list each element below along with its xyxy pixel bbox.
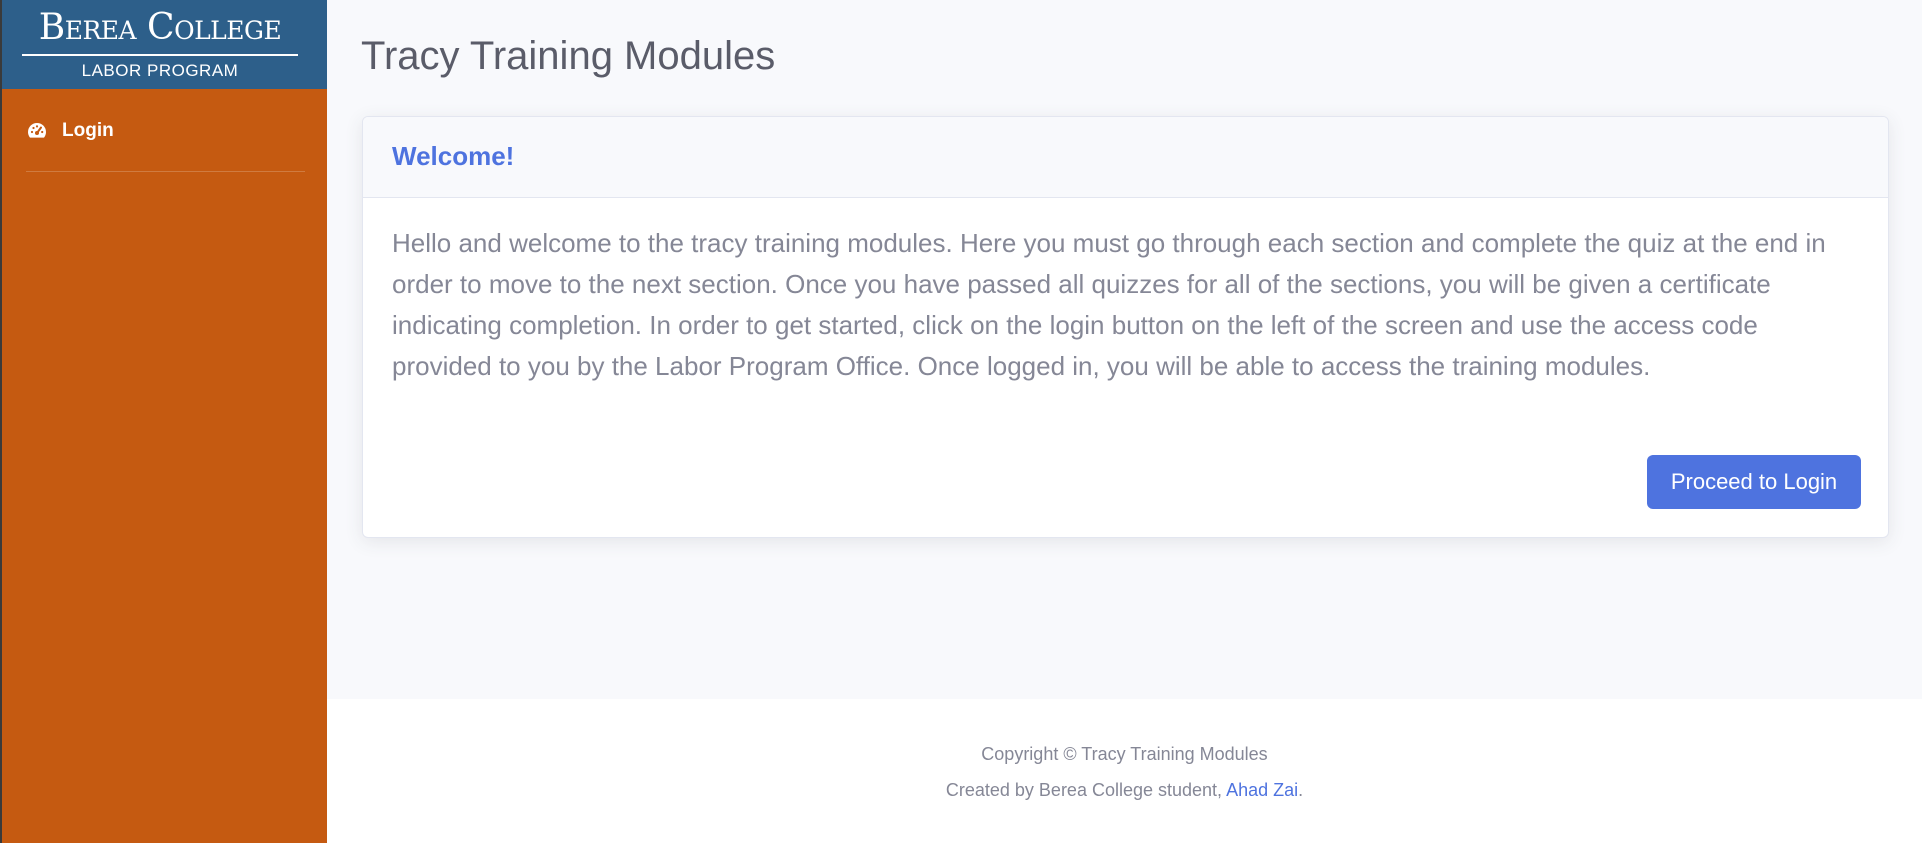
copyright-text: Copyright © Tracy Training Modules — [981, 744, 1268, 764]
sidebar-divider — [26, 171, 305, 172]
credits-prefix: Created by Berea College student, — [945, 780, 1227, 800]
sidebar-item-login[interactable]: Login — [26, 112, 114, 150]
brand-divider — [22, 54, 298, 56]
footer: Copyright © Tracy Training Modules Creat… — [327, 699, 1922, 843]
proceed-to-login-button[interactable]: Proceed to Login — [1647, 455, 1861, 509]
brand-logo[interactable]: Berea College LABOR PROGRAM — [2, 0, 327, 89]
sidebar: Berea College LABOR PROGRAM Login — [0, 0, 327, 843]
app-root: Berea College LABOR PROGRAM Login Tracy … — [0, 0, 1922, 843]
brand-name: Berea College — [38, 7, 282, 48]
brand-subtitle: LABOR PROGRAM — [81, 61, 239, 80]
welcome-card: Welcome! Hello and welcome to the tracy … — [362, 116, 1889, 538]
page-title: Tracy Training Modules — [361, 34, 776, 78]
welcome-text: Hello and welcome to the tracy training … — [392, 228, 1826, 381]
card-header: Welcome! — [363, 117, 1888, 198]
credits-suffix: . — [1298, 780, 1304, 800]
tachometer-icon — [26, 120, 48, 142]
author-link[interactable]: Ahad Zai — [1226, 780, 1298, 800]
card-title: Welcome! — [392, 141, 515, 171]
credits-text: Created by Berea College student, Ahad Z… — [327, 778, 1922, 802]
sidebar-item-label: Login — [62, 120, 114, 141]
